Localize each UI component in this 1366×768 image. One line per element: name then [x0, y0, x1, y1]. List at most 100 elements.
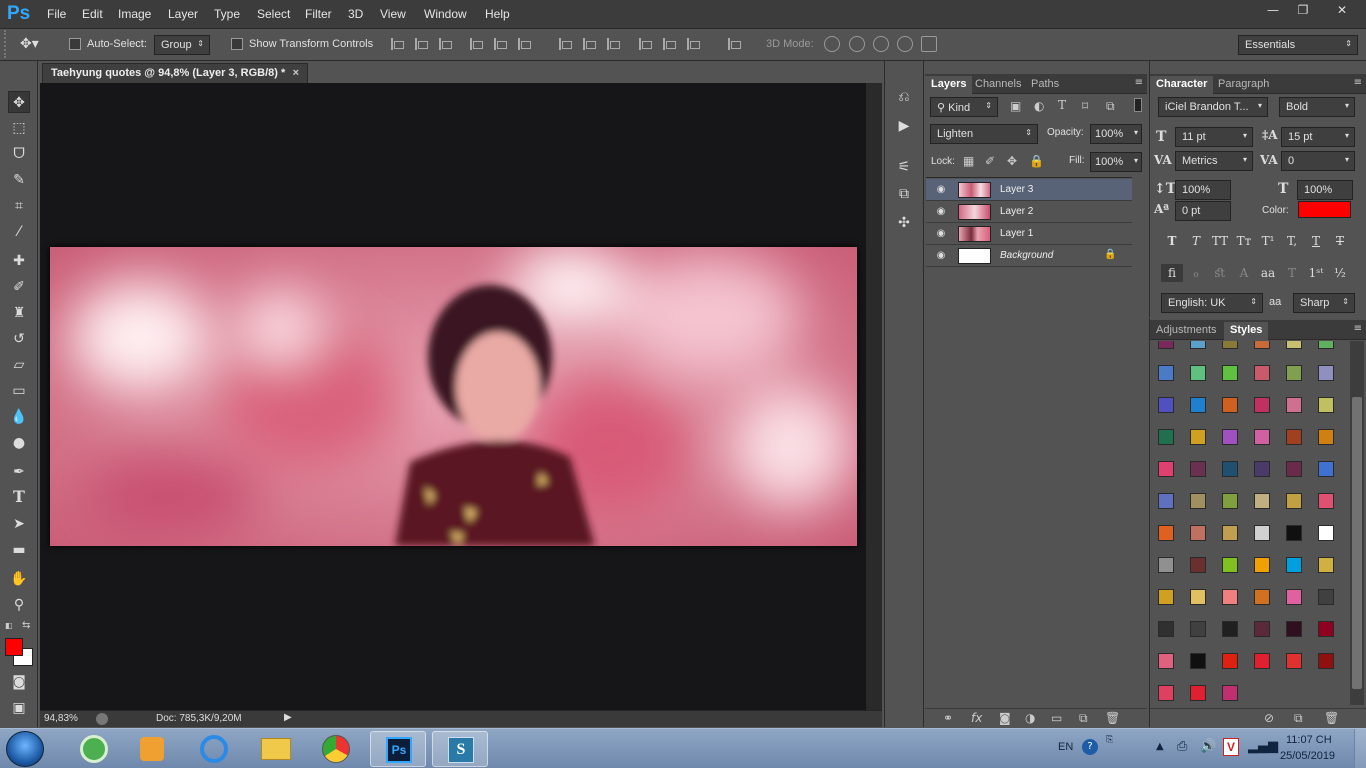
history-brush-tool-icon[interactable]: ↺ — [8, 328, 30, 350]
menu-file[interactable]: File — [47, 7, 66, 21]
style-swatch[interactable] — [1318, 589, 1334, 605]
style-swatch[interactable] — [1254, 557, 1270, 573]
style-swatch[interactable] — [1318, 461, 1334, 477]
leading-input[interactable]: 15 pt ▾ — [1281, 127, 1355, 147]
style-swatch[interactable] — [1318, 365, 1334, 381]
tab-paths[interactable]: Paths — [1025, 76, 1065, 94]
menu-edit[interactable]: Edit — [82, 7, 103, 21]
tab-adjustments[interactable]: Adjustments — [1150, 322, 1223, 340]
menu-select[interactable]: Select — [257, 7, 290, 21]
workspace-dropdown[interactable]: Essentials ⇕ — [1238, 35, 1358, 55]
taskbar-chrome-icon[interactable] — [308, 731, 364, 767]
style-swatch[interactable] — [1254, 525, 1270, 541]
menu-view[interactable]: View — [380, 7, 406, 21]
history-icon[interactable]: ⎌ — [895, 88, 913, 106]
style-swatch[interactable] — [1190, 685, 1206, 701]
layer-row-layer-1[interactable]: ◉ Layer 1 — [926, 223, 1132, 245]
style-swatch[interactable] — [1222, 525, 1238, 541]
new-layer-icon[interactable]: ⧉ — [1079, 711, 1088, 726]
style-swatch[interactable] — [1254, 341, 1270, 349]
screen-mode-icon[interactable]: ▣ — [8, 697, 30, 719]
tab-styles[interactable]: Styles — [1224, 322, 1269, 340]
style-swatch[interactable] — [1254, 493, 1270, 509]
style-swatch[interactable] — [1254, 365, 1270, 381]
language-indicator[interactable]: EN — [1058, 741, 1073, 753]
marquee-tool-icon[interactable]: ⬚ — [8, 117, 30, 139]
distribute-right-icon[interactable] — [685, 37, 700, 51]
zoom-tool-icon[interactable]: ⚲ — [8, 594, 30, 616]
options-grip[interactable] — [4, 30, 10, 58]
style-swatch[interactable] — [1286, 589, 1302, 605]
menu-window[interactable]: Window — [424, 7, 467, 21]
style-swatch[interactable] — [1158, 461, 1174, 477]
dodge-tool-icon[interactable]: ● — [8, 432, 30, 454]
style-swatch[interactable] — [1190, 653, 1206, 669]
tracking-dropdown[interactable]: 0 ▾ — [1281, 151, 1355, 171]
style-swatch[interactable] — [1158, 341, 1174, 349]
help-icon[interactable]: ? — [1082, 739, 1098, 755]
style-swatch[interactable] — [1190, 493, 1206, 509]
canvas-image[interactable] — [50, 247, 857, 546]
style-swatch[interactable] — [1158, 653, 1174, 669]
layer-row-background[interactable]: ◉ Background 🔒 — [926, 245, 1132, 267]
minimize-button[interactable]: — — [1256, 0, 1290, 20]
align-right-icon[interactable] — [516, 37, 531, 51]
superscript-button[interactable]: T¹ — [1257, 232, 1279, 250]
swash-button[interactable]: ﬆ — [1209, 264, 1231, 282]
menu-layer[interactable]: Layer — [168, 7, 198, 21]
style-swatch[interactable] — [1286, 621, 1302, 637]
input-tools-icon[interactable]: ⎘ — [1106, 735, 1113, 745]
filter-smart-object-icon[interactable]: ⧉ — [1106, 99, 1115, 114]
distribute-vcenter-icon[interactable] — [581, 37, 596, 51]
align-top-icon[interactable] — [389, 37, 404, 51]
clock-date[interactable]: 25/05/2019 — [1280, 750, 1335, 762]
menu-3d[interactable]: 3D — [348, 7, 363, 21]
fractions-button[interactable]: ½ — [1329, 264, 1351, 282]
menu-help[interactable]: Help — [485, 7, 510, 21]
distribute-hcenter-icon[interactable] — [661, 37, 676, 51]
style-swatch[interactable] — [1286, 557, 1302, 573]
trash-icon[interactable]: 🗑 — [1324, 711, 1339, 725]
show-transform-checkbox[interactable] — [231, 38, 243, 50]
move-tool-preset-icon[interactable]: ✥▾ — [20, 36, 44, 54]
align-vcenter-icon[interactable] — [413, 37, 428, 51]
status-info-icon[interactable] — [96, 713, 108, 725]
visibility-eye-icon[interactable]: ◉ — [934, 227, 948, 241]
taskbar-sai-icon[interactable]: S — [432, 731, 488, 767]
taskbar-photoshop-icon[interactable]: Ps — [370, 731, 426, 767]
gradient-tool-icon[interactable]: ▭ — [8, 380, 30, 402]
actions-play-icon[interactable]: ▶ — [895, 117, 913, 135]
style-swatch[interactable] — [1222, 341, 1238, 349]
rectangle-tool-icon[interactable]: ▬ — [8, 539, 30, 561]
style-swatch[interactable] — [1286, 397, 1302, 413]
faux-italic-button[interactable]: T — [1185, 232, 1207, 250]
style-swatch[interactable] — [1190, 429, 1206, 445]
align-bottom-icon[interactable] — [437, 37, 452, 51]
link-icon[interactable]: ⚭ — [943, 711, 953, 725]
clone-stamp-tool-icon[interactable]: ♜ — [8, 302, 30, 324]
move-tool-icon[interactable]: ✥ — [8, 91, 30, 113]
auto-align-icon[interactable] — [726, 37, 741, 51]
close-window-button[interactable]: ✕ — [1322, 0, 1362, 20]
eyedropper-tool-icon[interactable]: ⁄ — [8, 221, 30, 243]
style-swatch[interactable] — [1158, 525, 1174, 541]
style-swatch[interactable] — [1286, 493, 1302, 509]
style-swatch[interactable] — [1318, 653, 1334, 669]
font-size-input[interactable]: 11 pt ▾ — [1175, 127, 1253, 147]
group-icon[interactable]: ▭ — [1051, 711, 1062, 725]
faux-bold-button[interactable]: T — [1161, 232, 1183, 250]
fx-icon[interactable]: fx — [971, 711, 982, 725]
3d-roll-icon[interactable] — [849, 36, 865, 52]
style-swatch[interactable] — [1190, 525, 1206, 541]
style-swatch[interactable] — [1318, 557, 1334, 573]
style-swatch[interactable] — [1318, 397, 1334, 413]
3d-slide-icon[interactable] — [897, 36, 913, 52]
auto-select-checkbox[interactable] — [69, 38, 81, 50]
style-swatch[interactable] — [1190, 557, 1206, 573]
adjustment-icon[interactable]: ◑ — [1025, 711, 1035, 725]
lock-pixels-icon[interactable]: ✐ — [985, 154, 995, 168]
style-swatch[interactable] — [1158, 429, 1174, 445]
style-swatch[interactable] — [1286, 341, 1302, 349]
3d-panel-icon[interactable]: ⧉ — [895, 185, 913, 203]
quick-select-tool-icon[interactable]: ✎ — [8, 169, 30, 191]
